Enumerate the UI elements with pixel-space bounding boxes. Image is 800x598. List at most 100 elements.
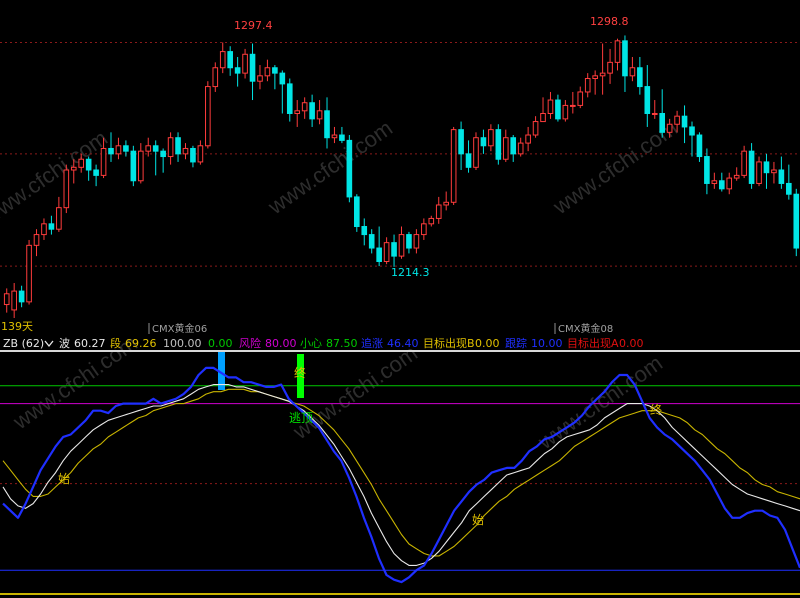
candle-down: [93, 169, 99, 176]
candle-up: [26, 244, 32, 303]
candle-up: [562, 104, 569, 120]
candle-down: [458, 129, 464, 155]
candle-up: [11, 290, 17, 311]
candle-down: [704, 156, 710, 184]
risk-label: 风险: [239, 336, 261, 350]
careful-value: 87.50: [326, 337, 358, 350]
targetB-value: 0.00: [475, 337, 500, 350]
candle-up: [56, 207, 62, 230]
candle-down: [346, 139, 353, 198]
candle-down: [763, 161, 770, 174]
candle-up: [570, 104, 576, 107]
candle-up: [711, 180, 718, 184]
candle-down: [637, 67, 643, 88]
candle-down: [234, 67, 241, 74]
candle-up: [219, 51, 226, 69]
candle-up: [443, 201, 450, 206]
candle-up: [428, 217, 435, 225]
annotation-end-1: 终: [294, 365, 306, 380]
chase-value: 46.40: [387, 337, 419, 350]
candle-up: [257, 75, 263, 82]
candle-down: [555, 99, 561, 120]
candle-up: [301, 102, 308, 112]
candle-down: [681, 115, 688, 128]
chase-label: 追涨: [361, 336, 383, 350]
candle-down: [48, 223, 55, 230]
candle-up: [63, 169, 70, 209]
candle-down: [279, 72, 286, 85]
candle-down: [227, 51, 233, 69]
candle-up: [599, 72, 606, 77]
candle-down: [175, 137, 181, 155]
low-label: 1214.3: [391, 266, 430, 279]
candle-down: [160, 150, 166, 158]
candle-up: [651, 112, 658, 115]
candle-down: [391, 242, 397, 257]
candle-down: [659, 112, 666, 133]
candle-down: [718, 180, 725, 190]
targetA-value: 0.00: [619, 337, 644, 350]
candle-up: [205, 86, 211, 147]
candle-up: [756, 161, 762, 184]
candle-up: [473, 137, 479, 168]
candle-down: [510, 137, 517, 155]
annotation-escape-top: 逃顶: [289, 411, 313, 425]
candle-up: [3, 293, 10, 306]
candle-up: [592, 75, 598, 80]
candle-up: [726, 177, 733, 190]
candle-up: [674, 115, 680, 125]
days-label: 139天: [1, 320, 33, 333]
candle-up: [182, 147, 189, 155]
annotation-start-1: 始: [58, 472, 70, 486]
candle-down: [152, 145, 159, 152]
candle-down: [622, 40, 628, 77]
candle-up: [100, 147, 107, 176]
candle-down: [324, 110, 330, 139]
candle-down: [368, 234, 375, 249]
candle-up: [502, 137, 509, 160]
candle-up: [421, 223, 427, 236]
bo-value: 60.27: [74, 337, 106, 350]
candle-down: [778, 169, 785, 184]
candle-up: [70, 166, 77, 171]
candle-up: [741, 150, 747, 176]
candle-down: [361, 226, 368, 236]
candle-down: [376, 247, 382, 262]
candle-down: [689, 126, 695, 136]
candle-up: [413, 234, 420, 249]
candle-up: [145, 145, 152, 152]
duan-value: 69.26: [125, 337, 157, 350]
candle-up: [197, 145, 204, 163]
candle-down: [108, 147, 114, 155]
indicator-name[interactable]: ZB (62): [3, 337, 44, 350]
candle-up: [331, 134, 338, 139]
candle-up: [771, 169, 777, 174]
candle-down: [465, 153, 472, 168]
candle-up: [316, 110, 323, 120]
candle-down: [190, 147, 196, 163]
candle-down: [480, 137, 487, 147]
candle-down: [123, 145, 129, 152]
candle-up: [584, 78, 591, 93]
value-0: 0.00: [208, 337, 233, 350]
duan-label: 段: [110, 336, 121, 350]
candle-down: [272, 67, 278, 74]
candle-down: [696, 134, 703, 158]
candle-up: [532, 121, 539, 136]
chart-canvas: www.cfchi.com www.cfchi.com www.cfchi.co…: [0, 0, 800, 598]
candle-up: [577, 91, 584, 106]
candle-up: [525, 134, 531, 144]
candle-up: [629, 67, 636, 77]
targetA-label: 目标出现A: [567, 336, 619, 350]
background: [0, 0, 800, 598]
high-label-1: 1297.4: [234, 19, 273, 32]
candle-down: [406, 234, 412, 249]
bo-label: 波: [59, 337, 70, 350]
contract-label-2: CMX黄金08: [558, 322, 613, 335]
candle-up: [294, 110, 301, 114]
candle-down: [286, 83, 293, 114]
candle-up: [383, 242, 390, 262]
contract-label-1: CMX黄金06: [152, 322, 207, 335]
candle-up: [398, 234, 405, 257]
risk-value: 80.00: [265, 337, 297, 350]
